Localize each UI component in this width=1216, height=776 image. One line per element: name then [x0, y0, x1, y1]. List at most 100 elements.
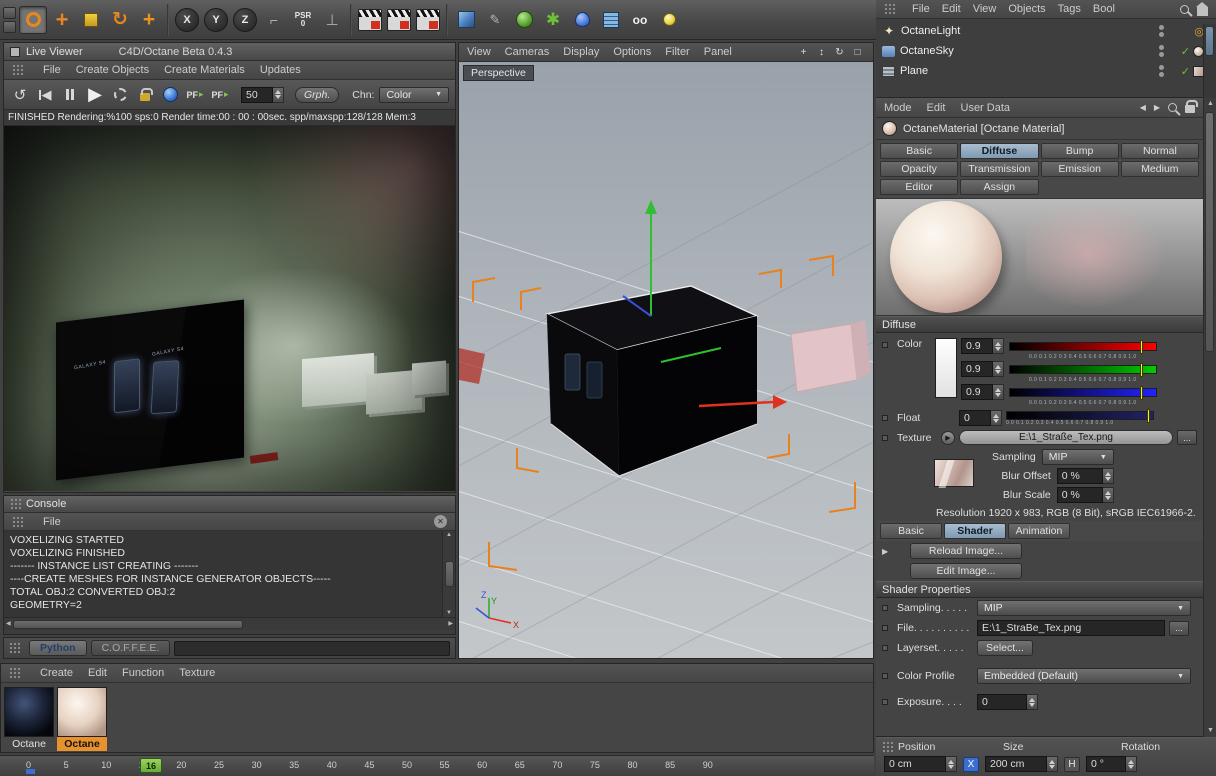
mograph-clone-icon[interactable]	[597, 6, 625, 34]
om-menu-file[interactable]: File	[912, 3, 930, 15]
tab-normal[interactable]: Normal	[1120, 143, 1199, 159]
coordinate-system-icon[interactable]: ⊥	[318, 6, 346, 34]
lv-menu-create-materials[interactable]: Create Materials	[164, 64, 245, 76]
blue-slider[interactable]	[1009, 385, 1157, 400]
viewport-camera-label[interactable]: Perspective	[463, 65, 534, 81]
lock-z-axis-button[interactable]: Z	[231, 6, 259, 34]
tab-bump[interactable]: Bump	[1040, 143, 1119, 159]
object-name[interactable]: Plane	[900, 65, 928, 77]
object-row-octanelight[interactable]: ✦ OctaneLight ◎	[876, 21, 1216, 41]
workplane-icon[interactable]: ⌐	[260, 6, 288, 34]
tags-icon[interactable]: oo	[626, 6, 654, 34]
lock-x-axis-button[interactable]: X	[173, 6, 201, 34]
console-menu-file[interactable]: File	[43, 516, 61, 528]
float-spinner[interactable]: 0	[959, 410, 1002, 426]
console-horizontal-scrollbar[interactable]: ◀ ▶	[4, 617, 455, 630]
blur-offset-spinner[interactable]: 0 %	[1056, 468, 1114, 484]
spinner-arrows-icon[interactable]	[1102, 487, 1114, 503]
spinner-arrows-icon[interactable]	[1027, 694, 1038, 710]
spinner-arrows-icon[interactable]	[993, 384, 1004, 400]
spline-pen-icon[interactable]: ✎	[481, 6, 509, 34]
vp-menu-cameras[interactable]: Cameras	[505, 46, 550, 58]
render-picture-viewer-icon[interactable]	[385, 6, 413, 34]
param-expander-icon[interactable]	[882, 434, 888, 441]
history-forward-icon[interactable]: ▶	[1154, 103, 1160, 112]
green-value-spinner[interactable]: 0.9	[961, 361, 1004, 377]
tab-emission[interactable]: Emission	[1040, 161, 1119, 177]
search-icon[interactable]	[1168, 103, 1177, 112]
prop-sampling-dropdown[interactable]: MIP	[977, 600, 1191, 616]
layerset-select-button[interactable]: Select...	[977, 640, 1033, 656]
move-tool-icon[interactable]: +	[48, 6, 76, 34]
tab-editor[interactable]: Editor	[880, 179, 959, 195]
om-menu-tags[interactable]: Tags	[1058, 3, 1081, 15]
spinner-arrows-icon[interactable]	[273, 86, 284, 103]
param-expander-icon[interactable]	[882, 625, 888, 631]
param-expander-icon[interactable]	[882, 645, 888, 651]
float-slider[interactable]	[1006, 408, 1154, 423]
om-menu-bool[interactable]: Bool	[1093, 3, 1115, 15]
vp-menu-options[interactable]: Options	[613, 46, 651, 58]
prop-file-field[interactable]: E:\1_StraBe_Tex.png	[977, 620, 1165, 636]
spinner-arrows-icon[interactable]	[1047, 756, 1058, 772]
light-object-icon[interactable]	[655, 6, 683, 34]
scroll-down-icon[interactable]: ▼	[446, 610, 452, 616]
search-icon[interactable]	[1180, 4, 1189, 14]
spinner-arrows-icon[interactable]	[993, 338, 1004, 354]
param-expander-icon[interactable]	[882, 605, 888, 611]
vp-menu-panel[interactable]: Panel	[704, 46, 732, 58]
colorprofile-dropdown[interactable]: Embedded (Default)	[977, 668, 1191, 684]
scrollbar-thumb[interactable]	[444, 561, 454, 587]
diffuse-section-header[interactable]: Diffuse	[876, 316, 1203, 333]
param-expander-icon[interactable]	[882, 342, 888, 348]
edit-image-button[interactable]: Edit Image...	[910, 563, 1022, 579]
vp-menu-filter[interactable]: Filter	[665, 46, 689, 58]
start-render-icon[interactable]: ▶	[85, 84, 105, 105]
tab-coffee[interactable]: C.O.F.F.E.E.	[90, 640, 171, 656]
enabled-check-icon[interactable]: ✓	[1181, 65, 1190, 78]
lv-menu-file[interactable]: File	[43, 64, 61, 76]
red-slider[interactable]	[1009, 339, 1157, 354]
stop-render-icon[interactable]: ◀	[35, 85, 55, 105]
object-row-plane[interactable]: Plane ✓	[876, 61, 1216, 81]
om-menu-objects[interactable]: Objects	[1008, 3, 1045, 15]
mat-menu-texture[interactable]: Texture	[179, 667, 215, 679]
prop-file-browse-button[interactable]: ...	[1169, 620, 1189, 636]
panel-grip-icon[interactable]	[12, 515, 24, 528]
timeline-ruler[interactable]: 051015202530354045505560657075808590 16	[0, 755, 874, 776]
scroll-left-icon[interactable]: ◀	[6, 621, 11, 627]
object-manager-scrollbar[interactable]	[1203, 24, 1216, 98]
sampling-dropdown[interactable]: MIP	[1041, 449, 1114, 465]
graph-button[interactable]: Grph.	[295, 86, 340, 103]
panel-grip-icon[interactable]	[9, 667, 21, 679]
console-titlebar[interactable]: Console	[4, 496, 455, 513]
console-output[interactable]: VOXELIZING STARTED VOXELIZING FINISHED -…	[4, 531, 455, 617]
enabled-check-icon[interactable]: ✓	[1181, 45, 1190, 58]
panel-grip-icon[interactable]	[882, 741, 894, 753]
spinner-arrows-icon[interactable]	[946, 756, 957, 772]
rotation-h-spinner[interactable]: 0 °	[1086, 756, 1137, 772]
layer-dots-icon[interactable]	[1159, 45, 1164, 57]
vp-menu-display[interactable]: Display	[563, 46, 599, 58]
tab-medium[interactable]: Medium	[1120, 161, 1199, 177]
material-item[interactable]: Octane	[4, 687, 54, 751]
viewport-orbit-icon[interactable]: ↻	[832, 45, 847, 60]
redo-icon[interactable]	[3, 20, 16, 33]
object-row-octanesky[interactable]: OctaneSky ✓	[876, 41, 1216, 61]
generator-icon[interactable]	[510, 6, 538, 34]
history-back-icon[interactable]: ◀	[1140, 103, 1146, 112]
panel-grip-icon[interactable]	[884, 3, 896, 15]
vp-menu-view[interactable]: View	[467, 46, 491, 58]
console-close-icon[interactable]	[434, 515, 447, 528]
scroll-down-icon[interactable]: ▼	[1207, 727, 1214, 734]
size-axis-badge[interactable]: X	[963, 756, 979, 772]
deformer-icon[interactable]: ✱	[539, 6, 567, 34]
material-preview[interactable]	[876, 198, 1203, 316]
tab-transmission[interactable]: Transmission	[960, 161, 1039, 177]
scrollbar-thumb[interactable]	[1205, 26, 1214, 56]
object-name[interactable]: OctaneSky	[900, 45, 954, 57]
attr-menu-userdata[interactable]: User Data	[961, 102, 1011, 114]
last-tool-icon[interactable]: +	[135, 6, 163, 34]
console-vertical-scrollbar[interactable]: ▲ ▼	[442, 531, 455, 617]
green-slider[interactable]	[1009, 362, 1157, 377]
